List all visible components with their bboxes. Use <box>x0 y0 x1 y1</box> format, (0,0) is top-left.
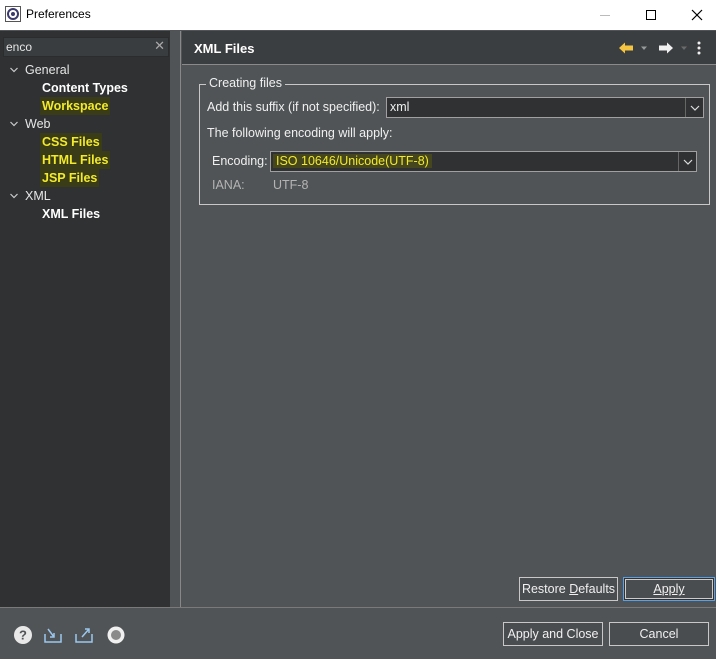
tree-item-workspace[interactable]: Workspace <box>0 97 170 115</box>
maximize-icon <box>646 10 656 20</box>
encoding-info-text: The following encoding will apply: <box>207 126 393 140</box>
maximize-button[interactable] <box>628 0 674 30</box>
filter-input[interactable]: enco ✕ <box>3 37 169 57</box>
forward-history-dropdown[interactable] <box>680 39 688 57</box>
cancel-button[interactable]: Cancel <box>609 622 709 646</box>
tree-item-label: Web <box>25 117 51 131</box>
view-menu-icon <box>697 41 701 55</box>
restore-defaults-label-2: D <box>569 582 579 596</box>
help-icon[interactable]: ? <box>13 625 33 645</box>
close-button[interactable] <box>674 0 716 30</box>
tree-item-label: XML Files <box>42 207 101 221</box>
back-arrow-icon <box>619 42 633 54</box>
title-bar: Preferences <box>0 0 716 30</box>
tree-item-web[interactable]: Web <box>0 115 170 133</box>
tree-item-label: General <box>25 63 70 77</box>
page-title: XML Files <box>194 41 255 56</box>
close-icon <box>691 9 703 21</box>
cancel-label: Cancel <box>639 627 679 641</box>
minimize-button[interactable] <box>582 0 628 30</box>
tree-item-css-files[interactable]: CSS Files <box>0 133 170 151</box>
chevron-down-icon[interactable] <box>10 192 18 200</box>
tree-item-label: Content Types <box>42 81 128 95</box>
apply-label-2: pply <box>661 582 685 596</box>
back-history-dropdown[interactable] <box>640 39 648 57</box>
oomph-record-icon[interactable] <box>106 625 126 645</box>
tree-item-xml[interactable]: XML <box>0 187 170 205</box>
preference-page: XML Files Creating files Add this suffix… <box>182 31 716 607</box>
suffix-label: Add this suffix (if not specified): <box>207 100 380 114</box>
apply-and-close-label: Apply and Close <box>507 627 599 641</box>
tree-item-content-types[interactable]: Content Types <box>0 79 170 97</box>
tree-item-xml-files[interactable]: XML Files <box>0 205 170 223</box>
chevron-down-icon[interactable] <box>685 98 703 117</box>
chevron-down-icon[interactable] <box>10 120 18 128</box>
apply-label-1: A <box>653 582 662 596</box>
forward-button[interactable] <box>658 39 674 57</box>
pane-divider <box>180 31 181 607</box>
apply-and-close-button[interactable]: Apply and Close <box>503 622 603 646</box>
import-icon[interactable] <box>43 625 63 645</box>
group-title: Creating files <box>206 76 285 90</box>
preference-tree: General Content Types Workspace Web CSS … <box>0 61 170 223</box>
forward-arrow-icon <box>659 42 673 54</box>
tree-item-general[interactable]: General <box>0 61 170 79</box>
export-icon[interactable] <box>74 625 94 645</box>
preferences-app-icon <box>5 6 21 22</box>
tree-item-label: CSS Files <box>40 133 102 151</box>
suffix-value: xml <box>390 100 410 114</box>
apply-button[interactable]: Apply <box>623 577 715 601</box>
encoding-value: ISO 10646/Unicode(UTF-8) <box>273 154 432 168</box>
encoding-label: Encoding: <box>212 154 268 168</box>
back-button[interactable] <box>618 39 634 57</box>
dialog-button-bar: ? Apply and Close Cancel <box>0 607 716 659</box>
filter-input-value: enco <box>6 40 33 54</box>
window-title: Preferences <box>26 7 91 21</box>
encoding-combo[interactable]: ISO 10646/Unicode(UTF-8) <box>270 151 697 172</box>
svg-text:?: ? <box>19 628 27 643</box>
clear-filter-icon[interactable]: ✕ <box>154 40 165 54</box>
chevron-down-icon[interactable] <box>678 152 696 171</box>
preference-tree-pane: enco ✕ General Content Types Workspace W… <box>0 31 175 607</box>
dropdown-arrow-icon <box>681 46 687 50</box>
restore-defaults-button[interactable]: Restore Defaults <box>519 577 618 601</box>
iana-label: IANA: <box>212 178 245 192</box>
chevron-down-icon[interactable] <box>10 66 18 74</box>
dropdown-arrow-icon <box>641 46 647 50</box>
tree-item-label: JSP Files <box>40 169 100 187</box>
view-menu-button[interactable] <box>696 39 702 57</box>
tree-item-html-files[interactable]: HTML Files <box>0 151 170 169</box>
tree-item-label: Workspace <box>40 97 111 115</box>
tree-item-label: XML <box>25 189 51 203</box>
suffix-combo[interactable]: xml <box>386 97 704 118</box>
creating-files-group: Creating files Add this suffix (if not s… <box>199 76 710 205</box>
restore-defaults-label-1: Restore <box>521 582 570 596</box>
tree-item-jsp-files[interactable]: JSP Files <box>0 169 170 187</box>
iana-value: UTF-8 <box>273 178 309 192</box>
tree-item-label: HTML Files <box>40 151 111 169</box>
minimize-icon <box>600 15 610 16</box>
page-header: XML Files <box>182 31 716 65</box>
restore-defaults-label-3: efaults <box>578 582 616 596</box>
